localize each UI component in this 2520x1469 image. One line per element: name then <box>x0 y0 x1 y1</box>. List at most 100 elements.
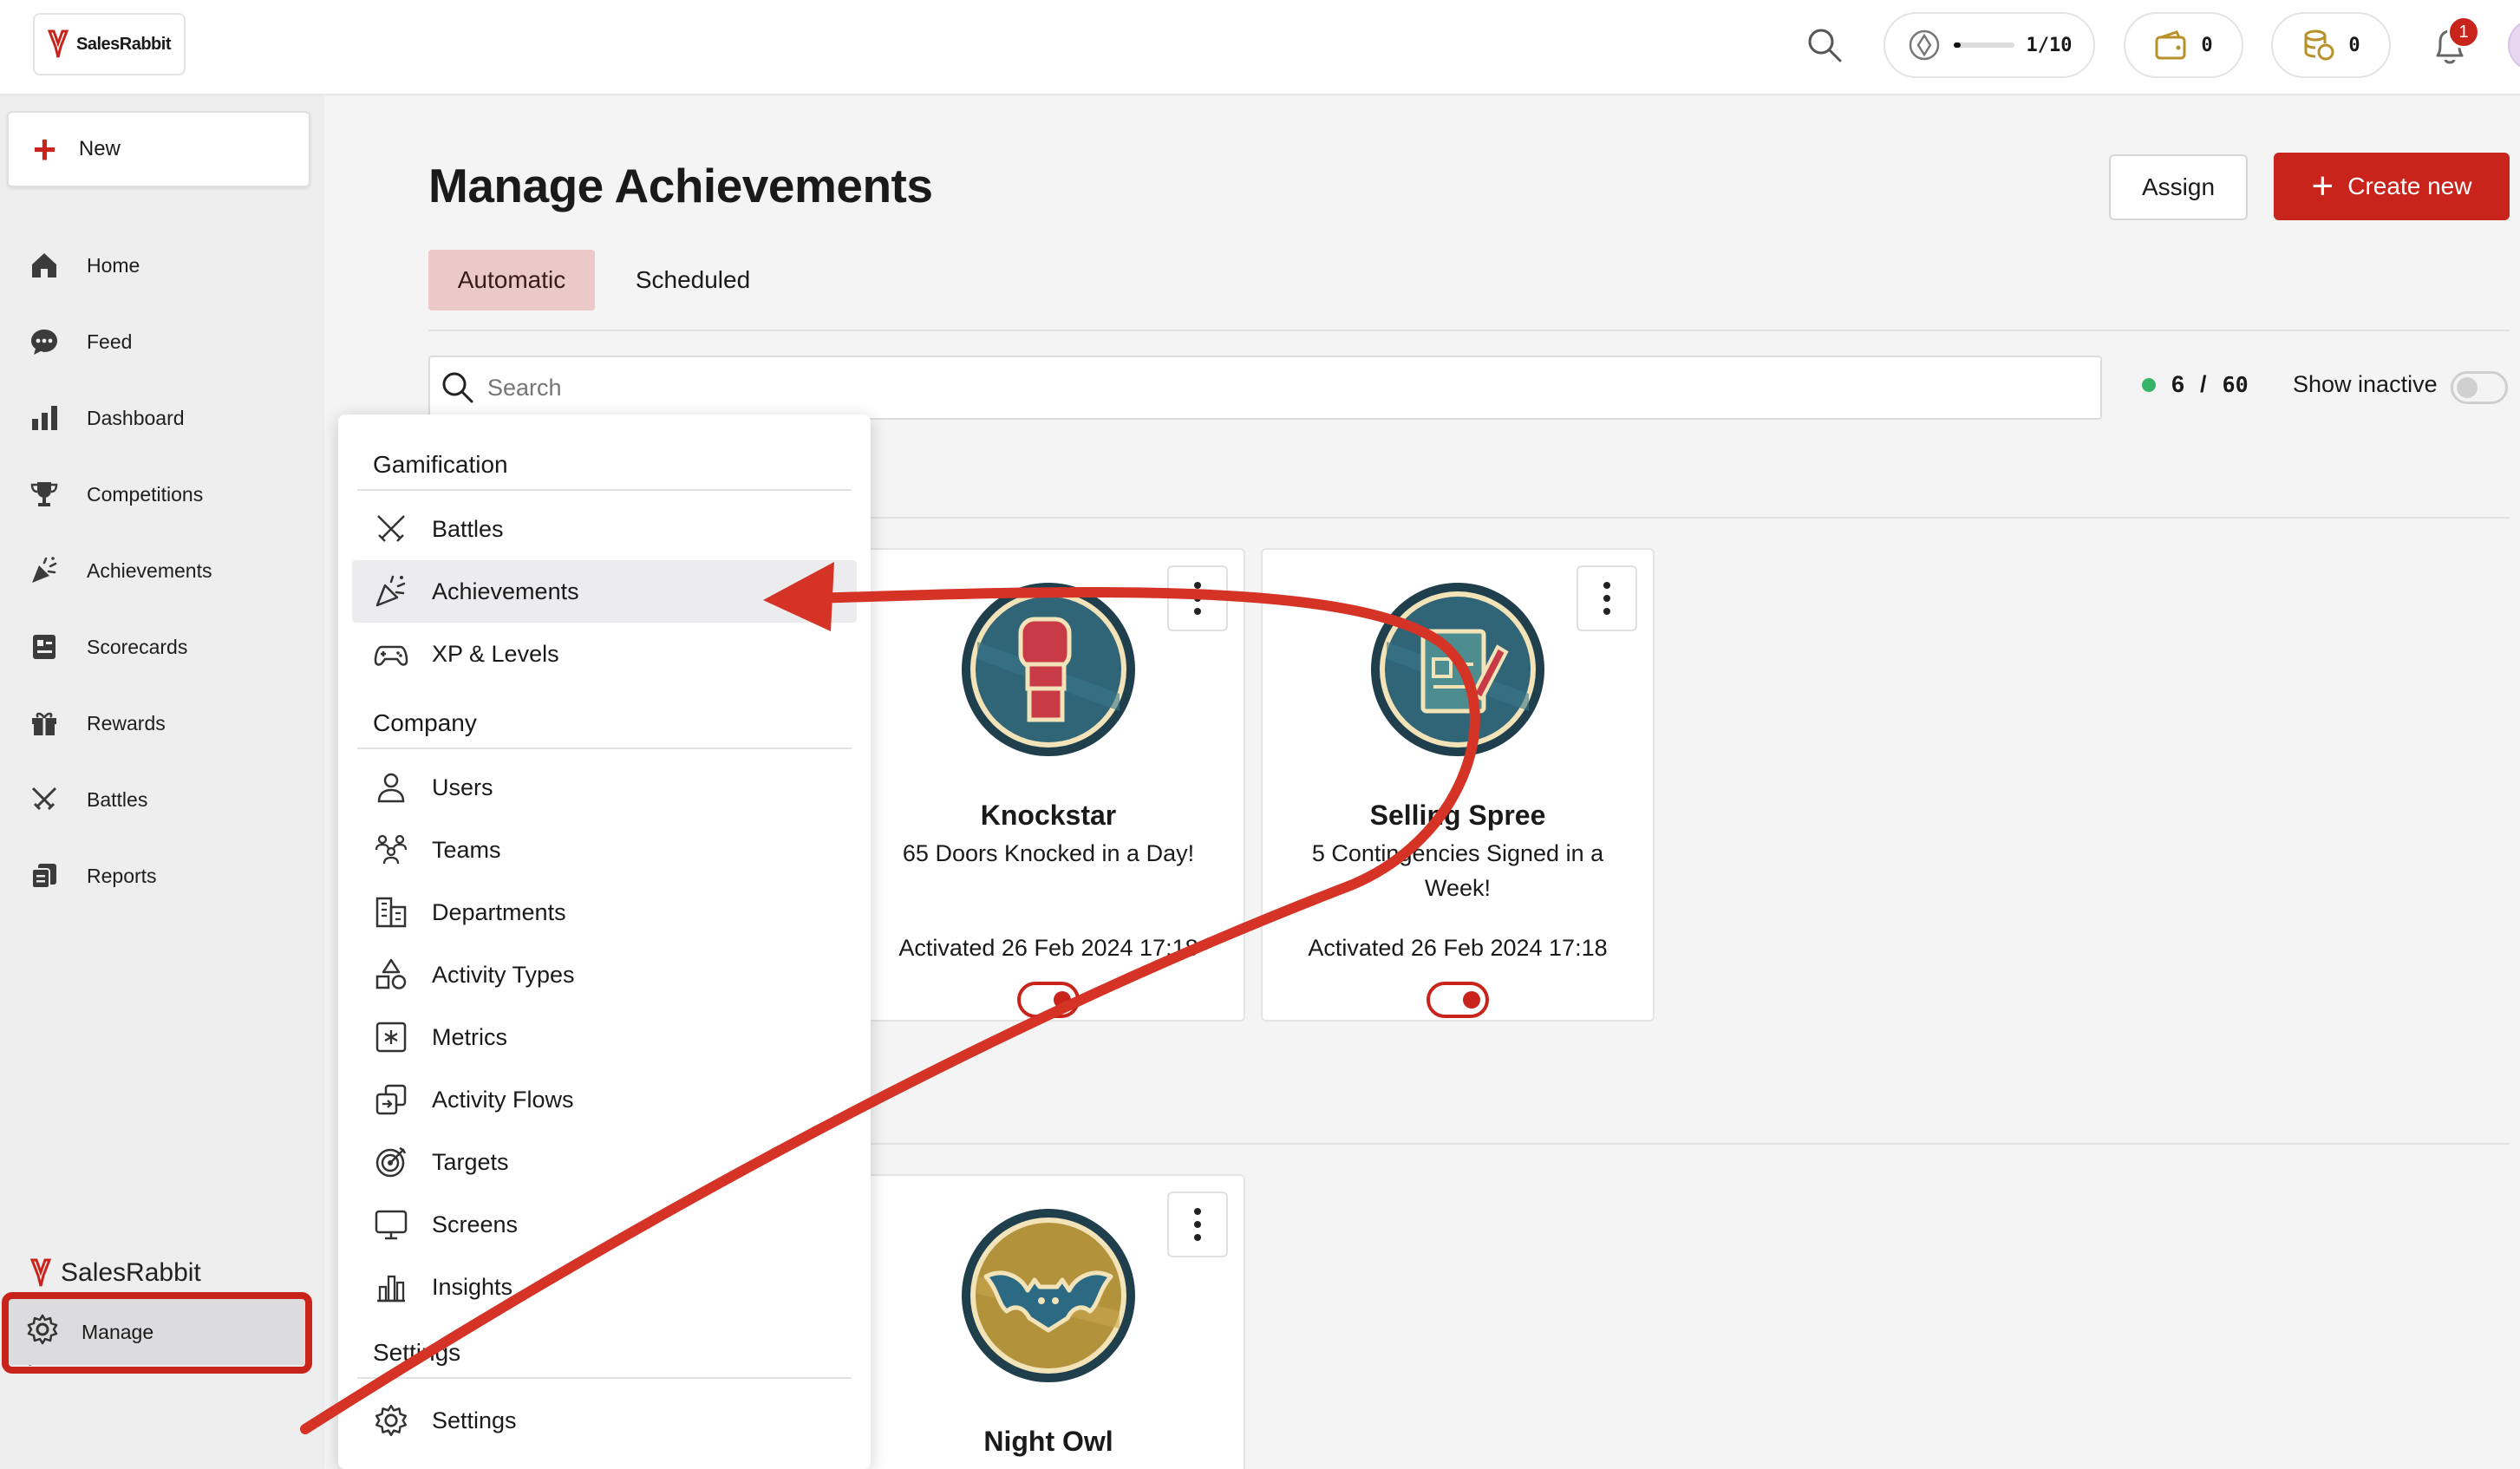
sidebar-item-label: Home <box>87 253 140 277</box>
home-icon <box>24 245 64 285</box>
xp-progress-fill <box>1953 42 1961 48</box>
menu-item-screens[interactable]: Screens <box>352 1193 857 1256</box>
count-separator: / <box>2200 371 2207 397</box>
salesrabbit-logo[interactable]: SalesRabbit <box>33 13 186 75</box>
menu-item-battles[interactable]: Battles <box>352 498 857 560</box>
swords-icon <box>24 780 64 819</box>
menu-item-settings[interactable]: Settings <box>352 1389 857 1452</box>
show-inactive-toggle[interactable] <box>2451 371 2508 404</box>
sidebar-brand: SalesRabbit <box>29 1257 201 1289</box>
sidebar-item-competitions[interactable]: Competitions <box>24 468 203 520</box>
menu-item-label: Departments <box>432 898 566 925</box>
sidebar-item-home[interactable]: Home <box>24 239 140 291</box>
card-description: 5 Contingencies Signed in a Week! <box>1311 840 1604 901</box>
sidebar-item-label: Achievements <box>87 558 212 582</box>
gift-icon <box>24 703 64 743</box>
menu-item-achievements[interactable]: Achievements <box>352 560 857 623</box>
search-icon[interactable] <box>1805 26 1844 64</box>
wallet-pill[interactable]: 0 <box>2124 12 2243 78</box>
search-input[interactable] <box>487 374 1962 402</box>
achievement-card[interactable]: Selling Spree 5 Contingencies Signed in … <box>1261 548 1655 1022</box>
menu-item-targets[interactable]: Targets <box>352 1131 857 1193</box>
menu-item-users[interactable]: Users <box>352 756 857 819</box>
xp-progress-bar <box>1953 42 2014 48</box>
status-dot <box>2142 377 2156 392</box>
count-total: 60 <box>2222 372 2249 397</box>
top-bar: SalesRabbit 1/10 0 0 1 <box>0 0 2520 95</box>
boxing-glove-icon <box>960 581 1137 758</box>
sidebar-item-manage[interactable]: Manage <box>7 1299 310 1365</box>
section-divider <box>867 517 2510 519</box>
section-divider <box>867 1143 2510 1145</box>
insights-icon <box>373 1269 409 1305</box>
menu-item-label: Metrics <box>432 1023 507 1050</box>
menu-item-label: Activity Flows <box>432 1086 574 1113</box>
menu-item-label: Users <box>432 774 493 800</box>
menu-item-xp-levels[interactable]: XP & Levels <box>352 623 857 685</box>
tab-automatic[interactable]: Automatic <box>428 250 595 310</box>
page-title: Manage Achievements <box>428 159 933 212</box>
active-toggle[interactable] <box>1017 982 1080 1018</box>
achievement-card[interactable]: Night Owl <box>852 1174 1245 1469</box>
trophy-icon <box>24 474 64 514</box>
menu-heading-company: Company <box>373 709 477 736</box>
sidebar-item-dashboard[interactable]: Dashboard <box>24 392 185 444</box>
assign-button[interactable]: Assign <box>2109 154 2248 220</box>
contract-icon <box>1369 581 1546 758</box>
achievement-card[interactable]: Knockstar 65 Doors Knocked in a Day! Act… <box>852 548 1245 1022</box>
menu-item-label: Targets <box>432 1148 509 1175</box>
menu-item-metrics[interactable]: Metrics <box>352 1006 857 1068</box>
flows-icon <box>373 1081 409 1118</box>
sidebar-item-feed[interactable]: Feed <box>24 316 132 368</box>
menu-heading-settings: Settings <box>373 1339 461 1366</box>
chat-icon <box>24 322 64 362</box>
sidebar-item-battles[interactable]: Battles <box>24 774 147 826</box>
menu-item-activity-types[interactable]: Activity Types <box>352 943 857 1006</box>
bat-icon <box>960 1207 1137 1384</box>
more-options-icon[interactable] <box>1577 565 1637 631</box>
menu-item-insights[interactable]: Insights <box>352 1256 857 1318</box>
menu-item-label: Screens <box>432 1211 519 1237</box>
create-new-button[interactable]: + Create new <box>2274 153 2510 220</box>
create-new-label: Create new <box>2347 173 2472 199</box>
search-bar[interactable] <box>428 356 2102 420</box>
swords-icon <box>373 511 409 547</box>
tab-scheduled[interactable]: Scheduled <box>616 250 770 310</box>
menu-divider <box>357 489 852 491</box>
search-icon <box>442 372 473 403</box>
xp-level-pill[interactable]: 1/10 <box>1883 12 2095 78</box>
tabs-divider <box>428 330 2510 331</box>
menu-item-teams[interactable]: Teams <box>352 819 857 881</box>
menu-item-label: Teams <box>432 836 501 863</box>
menu-item-label: Activity Types <box>432 961 575 988</box>
plus-icon: + <box>33 127 56 172</box>
monitor-icon <box>373 1206 409 1243</box>
active-toggle[interactable] <box>1426 982 1489 1018</box>
notification-badge: 1 <box>2447 16 2480 49</box>
sidebar-item-achievements[interactable]: Achievements <box>24 545 212 597</box>
more-options-icon[interactable] <box>1167 1192 1228 1257</box>
menu-item-label: Battles <box>432 515 504 542</box>
sidebar-item-reports[interactable]: Reports <box>24 850 157 902</box>
team-icon <box>373 832 409 868</box>
card-activated-date: Activated 26 Feb 2024 17:18 <box>898 935 1198 961</box>
gamepad-icon <box>373 636 409 672</box>
card-activated-date: Activated 26 Feb 2024 17:18 <box>1308 935 1608 961</box>
coins-pill[interactable]: 0 <box>2271 12 2391 78</box>
card-title: Night Owl <box>983 1426 1113 1457</box>
sidebar-item-label: Dashboard <box>87 406 185 429</box>
menu-item-departments[interactable]: Departments <box>352 881 857 943</box>
menu-item-label: Settings <box>432 1407 517 1433</box>
menu-item-activity-flows[interactable]: Activity Flows <box>352 1068 857 1131</box>
scorecard-icon <box>24 627 64 667</box>
sidebar-item-label: Feed <box>87 330 133 353</box>
menu-divider <box>357 1377 852 1379</box>
sidebar-item-scorecards[interactable]: Scorecards <box>24 621 187 673</box>
menu-item-label: Achievements <box>432 578 579 604</box>
more-options-icon[interactable] <box>1167 565 1228 631</box>
new-button[interactable]: + New <box>7 111 310 187</box>
sidebar-item-rewards[interactable]: Rewards <box>24 697 166 749</box>
card-description: 65 Doors Knocked in a Day! <box>902 840 1195 866</box>
avatar[interactable] <box>2508 19 2520 71</box>
building-icon <box>373 894 409 930</box>
